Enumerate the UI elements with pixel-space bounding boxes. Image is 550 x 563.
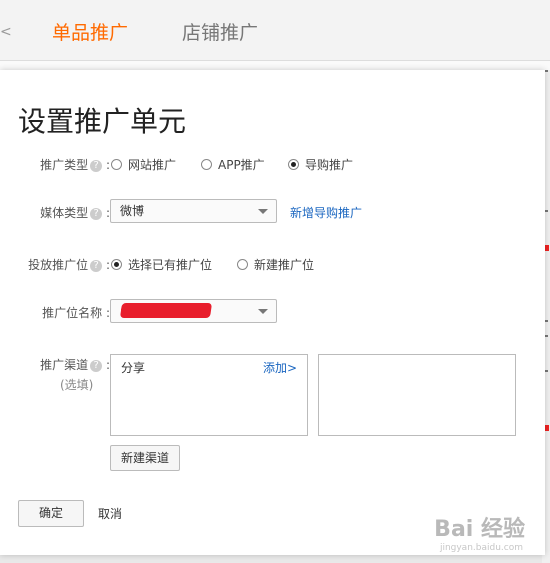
help-icon[interactable]: ? [90,207,103,220]
radio-existing-position[interactable]: 选择已有推广位 [111,256,212,273]
placement-label: 投放推广位? : [28,258,110,272]
new-channel-button[interactable]: 新建渠道 [110,445,180,471]
add-shopping-guide-link[interactable]: 新增导购推广 [290,204,362,221]
cancel-link[interactable]: 取消 [98,505,122,522]
chevron-down-icon [258,309,268,314]
radio-new-position[interactable]: 新建推广位 [237,256,314,273]
radio-circle-icon [111,159,122,170]
radio-app-promo[interactable]: APP推广 [201,156,265,173]
back-arrow-icon[interactable]: < [0,24,12,42]
radio-circle-icon [237,259,248,270]
help-icon[interactable]: ? [90,359,103,372]
radio-shopping-guide-promo[interactable]: 导购推广 [288,156,353,173]
radio-selected-icon [111,259,122,270]
help-icon[interactable]: ? [90,159,103,172]
radio-circle-icon [201,159,212,170]
radio-selected-icon [288,159,299,170]
channel-available-list[interactable]: 分享 添加> [110,354,308,436]
promo-type-label: 推广类型? : [40,158,110,172]
channel-label: 推广渠道? : [40,358,110,372]
channel-selected-list[interactable] [318,354,516,436]
media-type-label: 媒体类型? : [40,206,110,220]
media-type-select[interactable]: 微博 [110,199,277,223]
set-promo-unit-dialog: 设置推广单元 推广类型? : 网站推广 APP推广 导购推广 媒体类型? : 微… [0,70,545,555]
add-channel-link[interactable]: 添加> [263,359,297,376]
tab-shop-promo[interactable]: 店铺推广 [182,18,258,45]
radio-website-promo[interactable]: 网站推广 [111,156,176,173]
position-name-select[interactable] [110,299,277,323]
watermark-url: jingyan.baidu.com [439,543,523,553]
watermark-logo: Bai 经验 [434,517,525,542]
dialog-title: 设置推广单元 [18,105,187,138]
help-icon[interactable]: ? [90,259,103,272]
redaction-mark [119,303,213,318]
optional-hint: (选填) [60,378,94,392]
position-name-label: 推广位名称 : [42,306,110,320]
list-item[interactable]: 分享 [121,359,145,376]
confirm-button[interactable]: 确定 [18,500,84,527]
chevron-down-icon [258,209,268,214]
tab-single-promo[interactable]: 单品推广 [52,18,128,45]
